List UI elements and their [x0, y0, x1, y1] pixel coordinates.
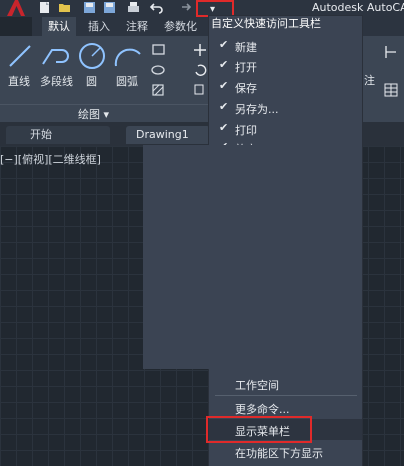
move-icon[interactable] — [193, 43, 207, 57]
menu-item-save-as[interactable]: ✔ 另存为... — [209, 97, 362, 119]
annotation-tool-label: 注 — [364, 74, 375, 87]
save-as-icon[interactable] — [103, 1, 116, 14]
app-title: Autodesk AutoCA — [312, 1, 404, 14]
menu-item-open[interactable]: ✔ 打开 — [209, 55, 362, 77]
hatch-icon[interactable] — [151, 83, 167, 97]
menu-item-show-below-ribbon[interactable]: 在功能区下方显示 — [209, 441, 362, 463]
menu-item-label: 新建 — [235, 41, 257, 54]
ellipse-icon[interactable] — [151, 63, 167, 77]
open-folder-icon[interactable] — [58, 1, 71, 14]
table-icon[interactable] — [383, 82, 399, 98]
app-logo[interactable] — [0, 0, 32, 17]
autocad-logo-icon — [7, 0, 25, 16]
check-icon: ✔ — [219, 100, 229, 113]
menu-item-label: 更多命令... — [235, 403, 290, 416]
menu-item-label: 打开 — [235, 61, 257, 74]
menu-item-label: 打印 — [235, 124, 257, 137]
menu-title: 自定义快速访问工具栏 — [211, 17, 321, 30]
check-icon: ✔ — [219, 121, 229, 134]
menu-item-label: 工作空间 — [235, 379, 279, 392]
menu-item-label: 另存为... — [235, 103, 279, 116]
draw-panel-label[interactable]: 绘图 ▾ — [78, 106, 109, 122]
menu-flyout-panel — [143, 145, 362, 369]
tab-annotate[interactable]: 注释 — [120, 17, 154, 36]
menu-item-workspace[interactable]: 工作空间 — [209, 373, 362, 395]
tab-default[interactable]: 默认 — [42, 17, 76, 36]
dimension-icon[interactable] — [383, 44, 399, 60]
panel-divider — [0, 104, 210, 105]
polyline-tool-icon[interactable] — [40, 42, 72, 70]
print-icon[interactable] — [127, 1, 140, 14]
undo-icon[interactable] — [150, 1, 163, 14]
circle-tool-icon[interactable] — [76, 40, 108, 72]
rotate-icon[interactable] — [193, 63, 207, 77]
tab-parametric[interactable]: 参数化 — [158, 17, 203, 36]
tab-start[interactable]: 开始 — [6, 126, 110, 144]
menu-item-save[interactable]: ✔ 保存 — [209, 76, 362, 98]
polyline-tool-label: 多段线 — [40, 75, 73, 88]
menu-item-label: 保存 — [235, 82, 257, 95]
save-icon[interactable] — [83, 1, 96, 14]
viewport-controls[interactable]: [−][俯视][二维线框] — [0, 151, 101, 167]
menu-item-label: 在功能区下方显示 — [235, 447, 323, 460]
menu-separator — [215, 395, 357, 396]
highlight-annotation-box — [206, 416, 312, 443]
check-icon: ✔ — [219, 58, 229, 71]
check-icon: ✔ — [219, 38, 229, 51]
line-tool-icon[interactable] — [6, 42, 34, 70]
menu-item-new[interactable]: ✔ 新建 — [209, 35, 362, 57]
check-icon: ✔ — [219, 79, 229, 92]
quick-access-dropdown-button[interactable]: ▾ — [196, 0, 234, 17]
arc-tool-icon[interactable] — [112, 40, 144, 72]
chevron-down-icon: ▾ — [210, 4, 216, 15]
line-tool-label: 直线 — [8, 75, 30, 88]
rectangle-icon[interactable] — [151, 43, 167, 57]
file-new-icon[interactable] — [38, 1, 51, 14]
circle-tool-label: 圆 — [86, 75, 97, 88]
redo-icon[interactable] — [178, 1, 191, 14]
arc-tool-label: 圆弧 — [116, 75, 138, 88]
tab-insert[interactable]: 插入 — [82, 17, 116, 36]
copy-icon[interactable] — [193, 83, 207, 97]
tab-drawing1[interactable]: Drawing1 — [126, 126, 210, 144]
